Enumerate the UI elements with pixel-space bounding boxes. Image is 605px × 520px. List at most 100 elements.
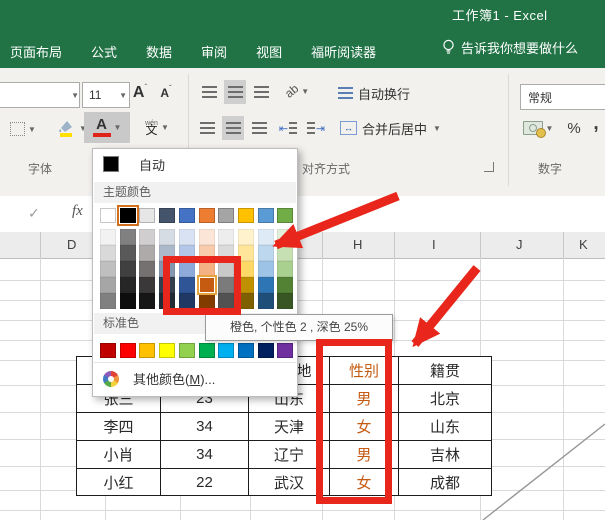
percent-style-button[interactable]: % xyxy=(563,116,585,140)
borders-button[interactable]: ▼ xyxy=(4,116,42,142)
theme-color-swatch[interactable] xyxy=(199,208,215,223)
variant-color-swatch[interactable] xyxy=(218,229,234,245)
wrap-text-button[interactable]: 自动换行 xyxy=(338,82,410,104)
column-header-I[interactable]: I xyxy=(432,237,436,252)
theme-color-swatch[interactable] xyxy=(159,208,175,223)
variant-color-swatch[interactable] xyxy=(139,245,155,261)
cell[interactable]: 籍贯 xyxy=(399,357,492,385)
theme-color-swatch[interactable] xyxy=(100,208,116,223)
tab-视图[interactable]: 视图 xyxy=(254,38,284,65)
cell[interactable]: 34 xyxy=(161,441,249,469)
variant-color-swatch[interactable] xyxy=(277,229,293,245)
variant-color-swatch[interactable] xyxy=(238,229,254,245)
standard-color-swatch[interactable] xyxy=(277,343,293,358)
align-middle-button[interactable] xyxy=(224,80,246,104)
variant-color-swatch[interactable] xyxy=(277,293,293,309)
tell-me-box[interactable]: 告诉我你想要做什么 xyxy=(442,38,578,57)
standard-color-swatch[interactable] xyxy=(199,343,215,358)
shrink-font-button[interactable]: Aˇ xyxy=(154,80,178,106)
orientation-button[interactable]: ab ▼ xyxy=(282,78,312,104)
align-left-button[interactable] xyxy=(196,116,218,140)
comma-style-button[interactable]: , xyxy=(589,112,603,136)
phonetic-guide-button[interactable]: wén 文 ▼ xyxy=(136,112,178,142)
variant-color-swatch[interactable] xyxy=(258,229,274,245)
tab-公式[interactable]: 公式 xyxy=(89,38,119,65)
column-header-H[interactable]: H xyxy=(353,237,362,252)
cell[interactable]: 成都 xyxy=(399,469,492,496)
variant-color-swatch[interactable] xyxy=(100,245,116,261)
variant-color-swatch[interactable] xyxy=(277,277,293,293)
variant-color-swatch[interactable] xyxy=(120,277,136,293)
align-center-button[interactable] xyxy=(222,116,244,140)
merge-center-button[interactable]: ↔ 合并后居中 ▼ xyxy=(340,116,441,140)
standard-color-swatch[interactable] xyxy=(139,343,155,358)
cell[interactable]: 李四 xyxy=(77,413,161,441)
cell[interactable]: 山东 xyxy=(399,413,492,441)
cell[interactable]: 22 xyxy=(161,469,249,496)
increase-indent-button[interactable]: ⇥ xyxy=(304,116,328,140)
variant-color-swatch[interactable] xyxy=(100,277,116,293)
theme-color-swatch[interactable] xyxy=(120,208,136,223)
align-bottom-button[interactable] xyxy=(250,80,272,104)
theme-color-swatch[interactable] xyxy=(218,208,234,223)
standard-color-swatch[interactable] xyxy=(258,343,274,358)
formula-bar[interactable]: ✓ fx xyxy=(0,196,605,233)
variant-color-swatch[interactable] xyxy=(139,261,155,277)
standard-color-swatch[interactable] xyxy=(218,343,234,358)
tab-审阅[interactable]: 审阅 xyxy=(199,38,229,65)
enter-check-icon[interactable]: ✓ xyxy=(28,205,40,222)
variant-color-swatch[interactable] xyxy=(199,229,215,245)
tab-数据[interactable]: 数据 xyxy=(144,38,174,65)
font-color-button[interactable]: A ▼ xyxy=(84,112,130,143)
number-format-combo[interactable]: 常规 xyxy=(520,84,605,110)
variant-color-swatch[interactable] xyxy=(139,277,155,293)
theme-color-swatch[interactable] xyxy=(258,208,274,223)
column-header-K[interactable]: K xyxy=(579,237,588,252)
theme-color-swatch[interactable] xyxy=(277,208,293,223)
accounting-format-button[interactable]: ▼ xyxy=(518,114,558,142)
alignment-dialog-launcher[interactable] xyxy=(484,162,494,172)
cell[interactable]: 小红 xyxy=(77,469,161,496)
column-header-D[interactable]: D xyxy=(67,237,76,252)
variant-color-swatch[interactable] xyxy=(120,245,136,261)
variant-color-swatch[interactable] xyxy=(100,229,116,245)
variant-color-swatch[interactable] xyxy=(120,293,136,309)
column-header-J[interactable]: J xyxy=(516,237,523,252)
standard-color-swatch[interactable] xyxy=(159,343,175,358)
standard-color-swatch[interactable] xyxy=(120,343,136,358)
variant-color-swatch[interactable] xyxy=(120,229,136,245)
variant-color-swatch[interactable] xyxy=(179,229,195,245)
automatic-color-swatch[interactable] xyxy=(103,156,119,172)
variant-color-swatch[interactable] xyxy=(139,229,155,245)
variant-color-swatch[interactable] xyxy=(258,277,274,293)
more-colors-item[interactable]: 其他颜色(M)... xyxy=(103,369,215,388)
variant-color-swatch[interactable] xyxy=(258,245,274,261)
automatic-color-label[interactable]: 自动 xyxy=(139,155,165,174)
theme-color-swatch[interactable] xyxy=(238,208,254,223)
align-top-button[interactable] xyxy=(198,80,220,104)
theme-color-swatch[interactable] xyxy=(139,208,155,223)
font-name-combo[interactable]: ▼ xyxy=(0,82,80,108)
cell[interactable]: 小肖 xyxy=(77,441,161,469)
variant-color-swatch[interactable] xyxy=(277,245,293,261)
variant-color-swatch[interactable] xyxy=(277,261,293,277)
theme-color-swatch[interactable] xyxy=(179,208,195,223)
variant-color-swatch[interactable] xyxy=(139,293,155,309)
variant-color-swatch[interactable] xyxy=(120,261,136,277)
cell[interactable]: 34 xyxy=(161,413,249,441)
variant-color-swatch[interactable] xyxy=(100,293,116,309)
cell[interactable]: 北京 xyxy=(399,385,492,413)
cell[interactable]: 吉林 xyxy=(399,441,492,469)
tab-页面布局[interactable]: 页面布局 xyxy=(8,38,64,65)
decrease-indent-button[interactable]: ⇤ xyxy=(276,116,300,140)
font-size-combo[interactable]: 11 ▼ xyxy=(82,82,130,108)
variant-color-swatch[interactable] xyxy=(159,229,175,245)
grow-font-button[interactable]: Aˆ xyxy=(128,80,152,106)
variant-color-swatch[interactable] xyxy=(258,293,274,309)
tab-福昕阅读器[interactable]: 福昕阅读器 xyxy=(309,38,378,65)
variant-color-swatch[interactable] xyxy=(100,261,116,277)
fx-icon[interactable]: fx xyxy=(72,203,83,220)
standard-color-swatch[interactable] xyxy=(179,343,195,358)
column-header-band[interactable]: DHIJK xyxy=(0,232,605,259)
variant-color-swatch[interactable] xyxy=(258,261,274,277)
